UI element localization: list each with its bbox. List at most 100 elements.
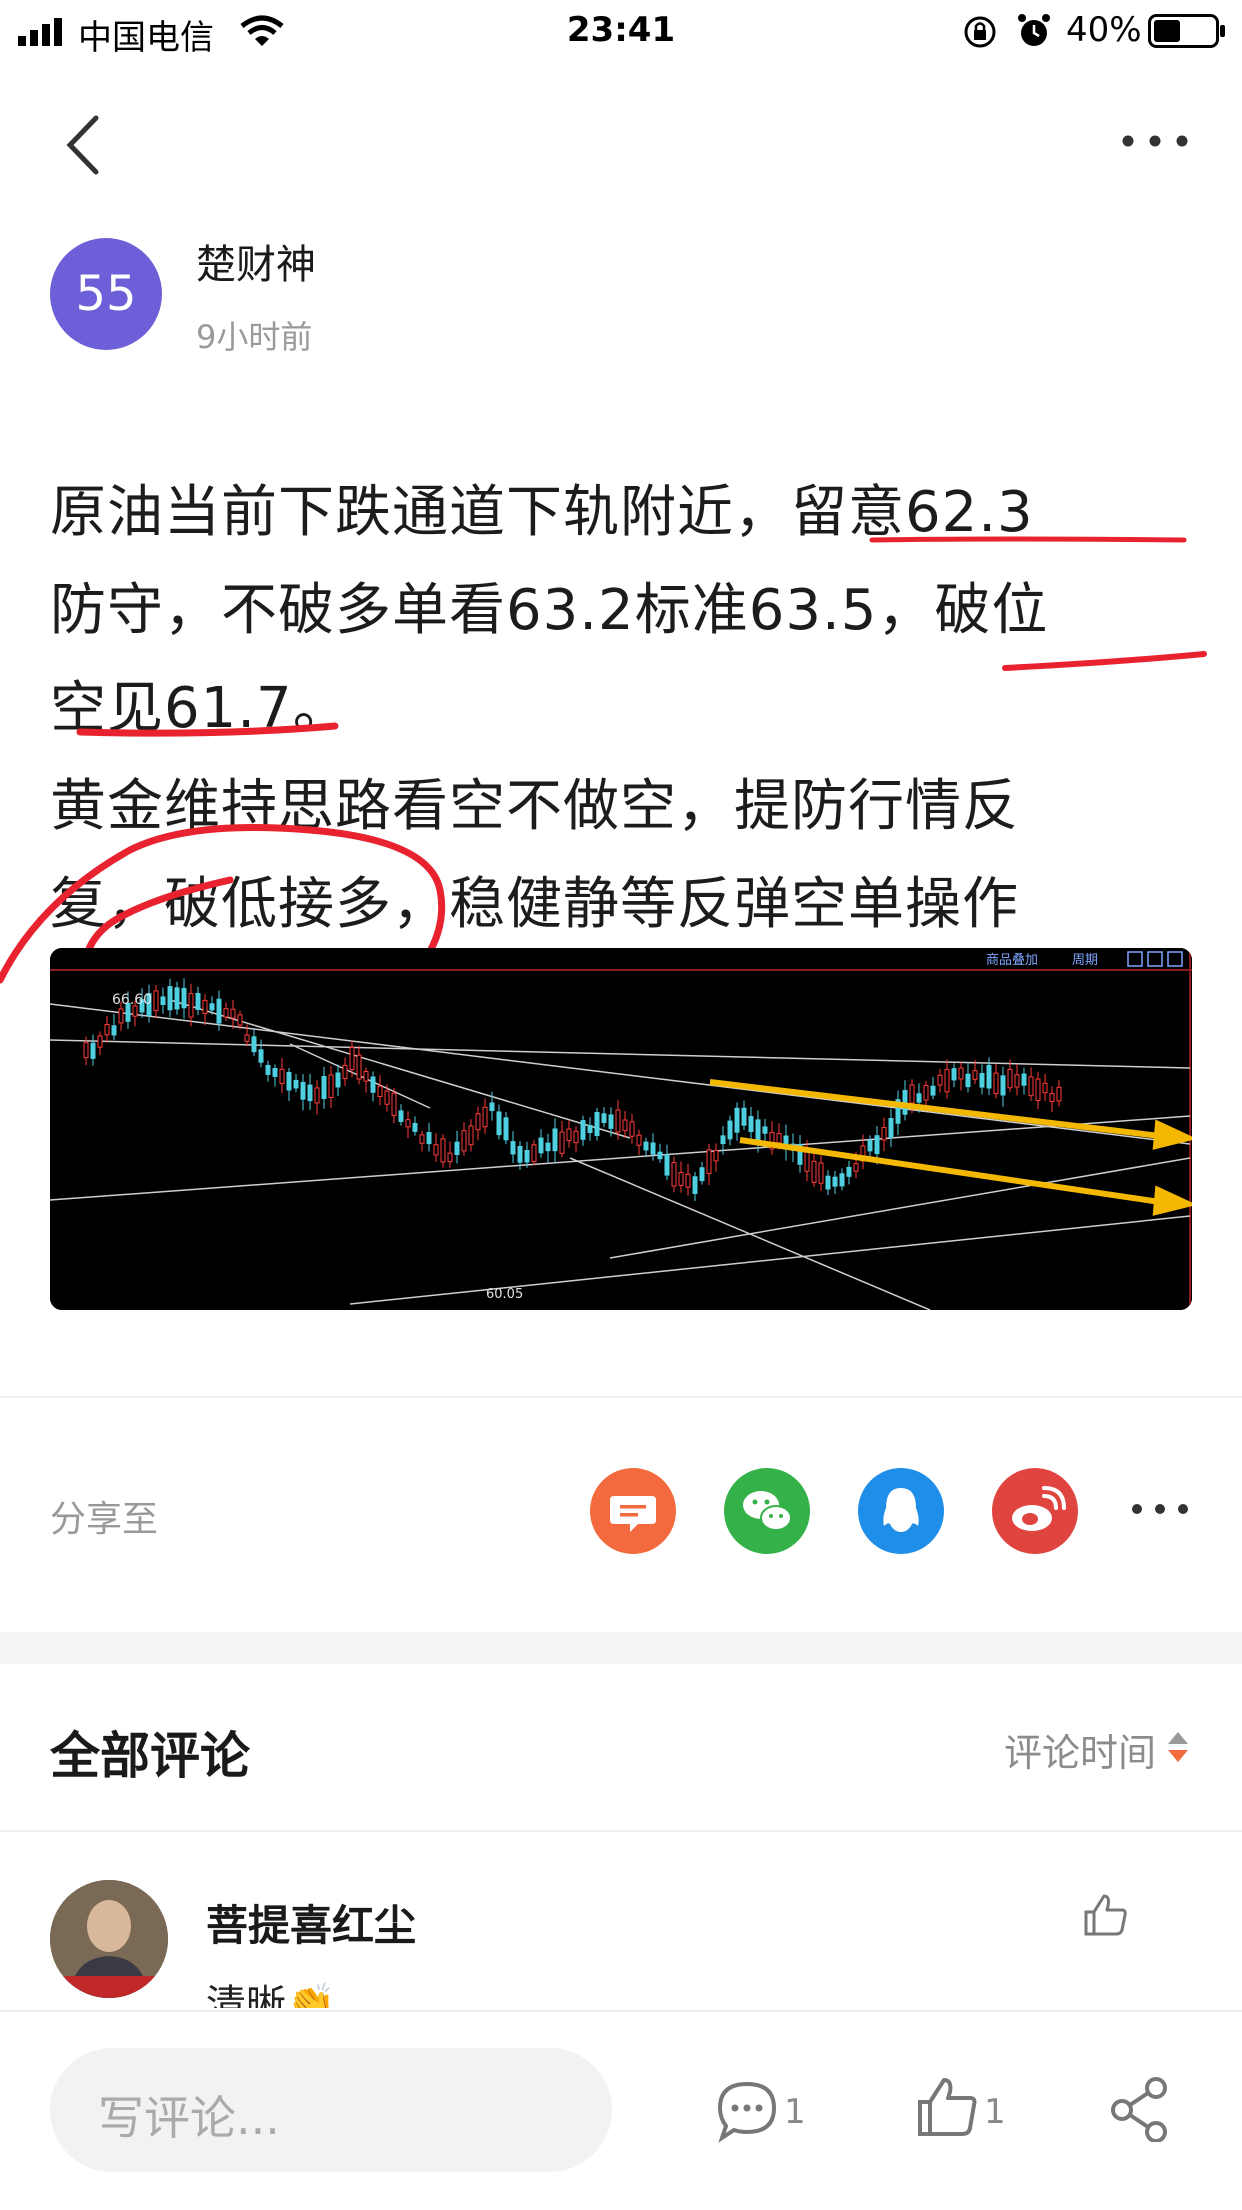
share-nodes-icon[interactable] [1108, 2076, 1174, 2142]
candle-body [279, 1068, 285, 1084]
candle-body [608, 1114, 614, 1129]
candle-body [1028, 1076, 1034, 1097]
message-icon [610, 1496, 656, 1532]
candle-body [349, 1047, 355, 1070]
status-bar: 中国电信 23:41 40% [0, 0, 1242, 64]
candle-body [461, 1130, 467, 1152]
candle-body [195, 992, 201, 1010]
back-chevron-icon[interactable] [60, 110, 110, 180]
candle-body [412, 1123, 418, 1132]
candle-body [671, 1162, 677, 1187]
candle-body [692, 1176, 698, 1194]
candle-body [916, 1093, 922, 1103]
author-name[interactable]: 楚财神 [196, 232, 316, 290]
candle-body [90, 1042, 96, 1059]
candle-body [167, 986, 173, 1011]
candle-body [741, 1107, 747, 1126]
candle-body [321, 1076, 327, 1099]
candle-body [601, 1113, 607, 1123]
share-wechat-button[interactable] [724, 1468, 810, 1554]
chart-low-label: 60.05 [486, 1287, 523, 1302]
price-chart-image[interactable]: 66.60 60.05 商品叠加 周期 [50, 948, 1192, 1310]
share-weibo-button[interactable] [992, 1468, 1078, 1554]
candle-body [678, 1171, 684, 1186]
candle-body [552, 1128, 558, 1152]
section-gap [0, 1632, 1242, 1664]
candle-body [580, 1120, 586, 1140]
sort-arrows-icon[interactable] [1166, 1730, 1190, 1766]
candle-body [384, 1090, 390, 1105]
share-message-button[interactable] [590, 1468, 676, 1554]
candle-body [174, 987, 180, 1010]
candle-body [986, 1064, 992, 1089]
candle-body [629, 1121, 635, 1137]
candle-body [482, 1106, 488, 1128]
candle-body [272, 1067, 278, 1077]
qq-icon [883, 1488, 919, 1532]
candle-body [720, 1135, 726, 1145]
candle-body [104, 1023, 110, 1036]
share-more-icon[interactable] [1130, 1494, 1190, 1524]
candle-body [853, 1163, 859, 1172]
candle-body [328, 1074, 334, 1099]
candle-body [83, 1042, 89, 1059]
comment-bubble-icon[interactable] [714, 2078, 780, 2144]
candle-body [433, 1144, 439, 1156]
candle-body [244, 1034, 250, 1042]
candle-body [405, 1119, 411, 1128]
candle-body [622, 1119, 628, 1132]
author-avatar[interactable]: 55 [50, 238, 162, 350]
candle-body [727, 1120, 733, 1140]
candle-body [335, 1072, 341, 1088]
candle-body [643, 1141, 649, 1151]
candle-body [447, 1152, 453, 1163]
candle-body [209, 1003, 215, 1011]
candle-body [545, 1142, 551, 1152]
candle-body [307, 1084, 313, 1102]
candle-body [230, 1008, 236, 1019]
candle-body [867, 1139, 873, 1152]
candle-body [265, 1064, 271, 1075]
candle-body [881, 1127, 887, 1141]
candle-body [1000, 1075, 1006, 1096]
candle-body [370, 1076, 376, 1093]
candle-body [937, 1074, 943, 1086]
candle-body [748, 1116, 754, 1132]
sort-by-time-button[interactable]: 评论时间 [1004, 1722, 1156, 1777]
like-thumb-icon[interactable] [914, 2074, 980, 2140]
more-dots-icon[interactable] [1120, 126, 1190, 156]
divider [0, 1396, 1242, 1398]
commenter-avatar[interactable] [50, 1880, 168, 1998]
commenter-name[interactable]: 菩提喜红尘 [206, 1892, 416, 1953]
candle-body [237, 1014, 243, 1026]
candle-body [377, 1085, 383, 1097]
candle-body [153, 990, 159, 1012]
candle-body [1042, 1082, 1048, 1094]
candle-body [944, 1069, 950, 1093]
candle-body [356, 1054, 362, 1080]
candle-body [930, 1085, 936, 1096]
candle-body [531, 1144, 537, 1162]
candle-body [300, 1081, 306, 1100]
share-qq-button[interactable] [858, 1468, 944, 1554]
candle-body [818, 1162, 824, 1184]
candle-body [468, 1125, 474, 1146]
candle-body [587, 1124, 593, 1133]
candle-body [972, 1070, 978, 1080]
comment-text: 清晰👏 [206, 1982, 336, 2008]
comment-input[interactable]: 写评论... [50, 2048, 612, 2172]
status-time: 23:41 [566, 10, 676, 50]
candle-body [993, 1072, 999, 1095]
candle-body [314, 1087, 320, 1104]
candle-body [503, 1117, 509, 1141]
candle-body [1056, 1086, 1062, 1102]
candle-body [1049, 1093, 1055, 1102]
weibo-icon [1012, 1486, 1066, 1531]
candle-body [650, 1142, 656, 1155]
comment-like-icon[interactable] [1080, 1890, 1130, 1940]
candle-body [958, 1067, 964, 1080]
candle-body [251, 1036, 257, 1053]
candle-body [923, 1085, 929, 1101]
candle-body [846, 1166, 852, 1177]
alarm-icon [1018, 14, 1050, 46]
